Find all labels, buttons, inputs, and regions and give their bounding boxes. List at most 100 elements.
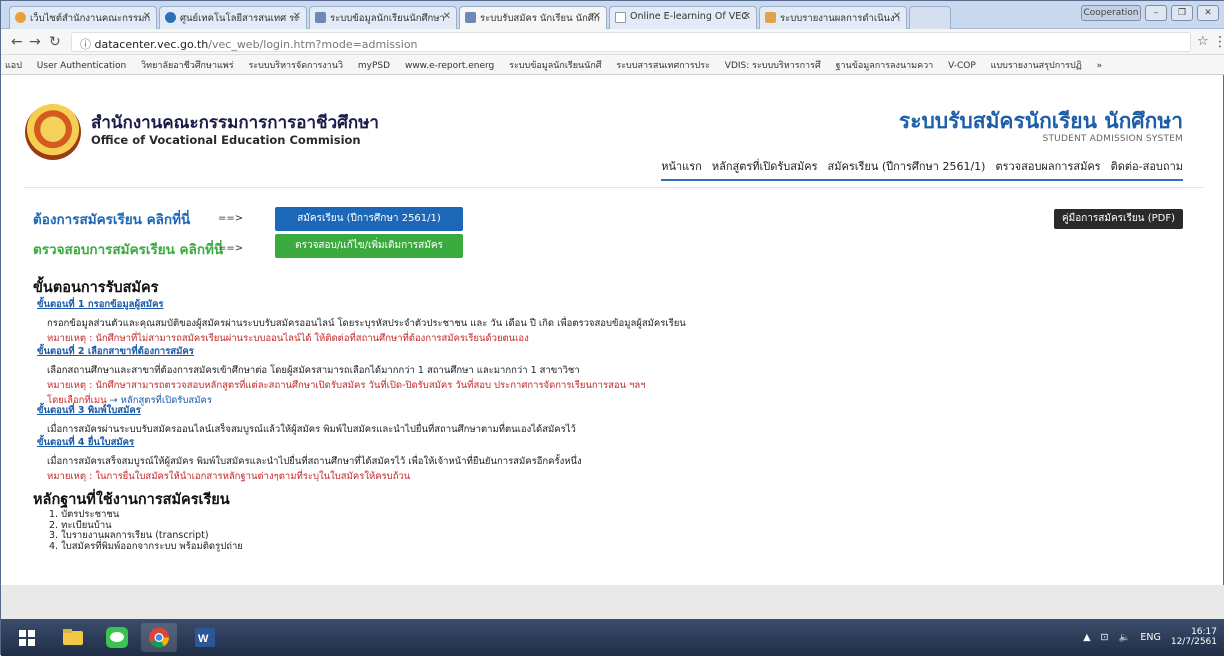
browser-tab[interactable]: เว็บไซต์สำนักงานคณะกรรมก ✕ <box>9 6 157 29</box>
browser-tab[interactable]: ระบบรายงานผลการดำเนินงา ✕ <box>759 6 907 29</box>
page-content: สำนักงานคณะกรรมการการอาชีวศึกษา Office o… <box>23 91 1203 585</box>
browser-tab[interactable]: ศูนย์เทคโนโลยีสารสนเทศ ระ ✕ <box>159 6 307 29</box>
browser-window: เว็บไซต์สำนักงานคณะกรรมก ✕ ศูนย์เทคโนโลยี… <box>0 0 1224 656</box>
step-2: ขั้นตอนที่ 2 เลือกสาขาที่ต้องการสมัคร เล… <box>37 344 646 408</box>
bookmark-item[interactable]: แบบรายงานสรุปการปฏิ <box>991 61 1082 71</box>
forward-icon[interactable]: → <box>29 34 41 50</box>
close-icon[interactable]: ✕ <box>593 11 601 22</box>
org-name-thai: สำนักงานคณะกรรมการการอาชีวศึกษา <box>91 113 379 133</box>
language-indicator[interactable]: ENG <box>1140 632 1160 643</box>
vec-logo <box>25 104 81 160</box>
bookmark-item[interactable]: ระบบบริหารจัดการงานวิ <box>248 61 343 71</box>
browser-tab[interactable]: Online E-learning Of VEC ✕ <box>609 6 757 29</box>
divider <box>23 187 1203 188</box>
org-name-english: Office of Vocational Education Commision <box>91 133 361 147</box>
step-title-link[interactable]: ขั้นตอนที่ 1 กรอกข้อมูลผู้สมัคร <box>37 297 686 312</box>
file-explorer-icon[interactable] <box>55 623 91 652</box>
bookmark-item[interactable]: www.e-report.energ <box>405 61 494 71</box>
check-application-button[interactable]: ตรวจสอบ/แก้ไข/เพิ่มเติมการสมัคร <box>275 234 463 258</box>
volume-icon[interactable]: 🔈 <box>1119 632 1131 643</box>
clock-date: 12/7/2561 <box>1170 637 1217 647</box>
apply-prompt: ต้องการสมัครเรียน คลิกที่นี่ <box>33 212 191 228</box>
step-3: ขั้นตอนที่ 3 พิมพ์ใบสมัคร เมื่อการสมัครผ… <box>37 403 576 437</box>
window-controls: Cooperation – ❐ ✕ <box>1081 5 1219 21</box>
close-window-icon[interactable]: ✕ <box>1197 5 1219 21</box>
close-icon[interactable]: ✕ <box>893 11 901 22</box>
site-favicon-icon <box>315 12 326 23</box>
clock[interactable]: 16:17 12/7/2561 <box>1171 627 1217 647</box>
nav-courses[interactable]: หลักสูตรที่เปิดรับสมัคร <box>712 157 818 175</box>
close-icon[interactable]: ✕ <box>743 11 751 22</box>
svg-text:W: W <box>198 633 209 645</box>
star-icon[interactable]: ☆ <box>1197 34 1209 49</box>
maximize-icon[interactable]: ❐ <box>1171 5 1193 21</box>
page-footer-band <box>1 585 1224 619</box>
bookmark-item[interactable]: VDIS: ระบบบริหารการศึ <box>725 61 821 71</box>
bookmark-item[interactable]: V-COP <box>948 61 976 71</box>
tab-label: ศูนย์เทคโนโลยีสารสนเทศ ระ <box>180 13 300 24</box>
bookmark-item[interactable]: วิทยาลัยอาชีวศึกษาแพร่ <box>141 61 233 71</box>
menu-icon[interactable]: ⋮ <box>1213 34 1224 50</box>
url-host: datacenter.vec.go.th <box>94 38 209 51</box>
profile-button[interactable]: Cooperation <box>1081 5 1141 21</box>
new-tab-button[interactable] <box>909 6 951 29</box>
bookmark-item[interactable]: User Authentication <box>37 61 126 71</box>
nav-apply[interactable]: สมัครเรียน (ปีการศึกษา 2561/1) <box>828 157 986 175</box>
step-note: หมายเหตุ : นักศึกษาสามารถตรวจสอบหลักสูตร… <box>47 380 646 391</box>
manual-pdf-button[interactable]: คู่มือการสมัครเรียน (PDF) <box>1053 209 1183 229</box>
url-path: /vec_web/login.htm?mode=admission <box>208 38 418 51</box>
step-note: หมายเหตุ : ในการยื่นใบสมัครให้นำเอกสารหล… <box>47 471 411 482</box>
step-title-link[interactable]: ขั้นตอนที่ 2 เลือกสาขาที่ต้องการสมัคร <box>37 344 646 359</box>
tab-label: Online E-learning Of VEC <box>630 11 748 22</box>
start-button[interactable] <box>7 623 47 652</box>
chrome-icon[interactable] <box>141 623 177 652</box>
list-item: 3. ใบรายงานผลการเรียน (transcript) <box>49 530 209 541</box>
bookmarks-overflow[interactable]: » <box>1097 61 1103 71</box>
nav-check-result[interactable]: ตรวจสอบผลการสมัคร <box>995 157 1100 175</box>
tab-label: เว็บไซต์สำนักงานคณะกรรมก <box>30 13 151 24</box>
tab-strip: เว็บไซต์สำนักงานคณะกรรมก ✕ ศูนย์เทคโนโลยี… <box>1 1 1224 29</box>
clock-time: 16:17 <box>1191 627 1217 637</box>
minimize-icon[interactable]: – <box>1145 5 1167 21</box>
apply-button[interactable]: สมัครเรียน (ปีการศึกษา 2561/1) <box>275 207 463 231</box>
site-favicon-icon <box>765 12 776 23</box>
step-description: เลือกสถานศึกษาและสาขาที่ต้องการสมัครเข้า… <box>47 365 580 376</box>
close-icon[interactable]: ✕ <box>293 11 301 22</box>
steps-heading: ขั้นตอนการรับสมัคร <box>33 280 159 296</box>
bookmark-item[interactable]: myPSD <box>358 61 390 71</box>
browser-tab[interactable]: ระบบข้อมูลนักเรียนนักศึกษา ✕ <box>309 6 457 29</box>
close-icon[interactable]: ✕ <box>443 11 451 22</box>
url-input[interactable]: ⓘ datacenter.vec.go.th/vec_web/login.htm… <box>71 32 1191 52</box>
line-app-icon[interactable] <box>99 623 135 652</box>
reload-icon[interactable]: ↻ <box>49 34 61 50</box>
tab-label: ระบบข้อมูลนักเรียนนักศึกษา <box>330 13 445 24</box>
arrow-text: ==> <box>218 213 244 224</box>
list-item: 1. บัตรประชาชน <box>49 509 120 520</box>
nav-contact[interactable]: ติดต่อ-สอบถาม <box>1111 157 1183 175</box>
step-description: เมื่อการสมัครเสร็จสมบูรณ์ให้ผู้สมัคร พิม… <box>47 456 582 467</box>
bookmark-item[interactable]: ระบบสารสนเทศการประ <box>616 61 710 71</box>
system-tray: ▲ ⊡ 🔈 ENG 16:17 12/7/2561 <box>1083 627 1217 647</box>
bookmark-item[interactable]: ฐานข้อมูลการลงนามควา <box>836 61 934 71</box>
step-4: ขั้นตอนที่ 4 ยื่นใบสมัคร เมื่อการสมัครเส… <box>37 435 582 484</box>
bookmark-item[interactable]: ระบบข้อมูลนักเรียนนักศึ <box>509 61 601 71</box>
site-favicon-icon <box>15 12 26 23</box>
bookmark-item[interactable]: แอป <box>5 61 22 71</box>
browser-tab-active[interactable]: ระบบรับสมัคร นักเรียน นักศึก ✕ <box>459 6 607 29</box>
check-prompt: ตรวจสอบการสมัครเรียน คลิกที่นี่ <box>33 242 224 258</box>
site-favicon-icon <box>165 12 176 23</box>
step-title-link[interactable]: ขั้นตอนที่ 3 พิมพ์ใบสมัคร <box>37 403 576 418</box>
back-icon[interactable]: ← <box>11 34 23 50</box>
network-icon[interactable]: ⊡ <box>1101 632 1109 643</box>
documents-list: 1. บัตรประชาชน 2. ทะเบียนบ้าน 3. ใบรายงา… <box>49 509 243 552</box>
info-icon[interactable]: ⓘ <box>80 38 95 51</box>
list-item: 4. ใบสมัครที่พิมพ์ออกจากระบบ พร้อมติดรูป… <box>49 540 243 552</box>
close-icon[interactable]: ✕ <box>143 11 151 22</box>
step-title-link[interactable]: ขั้นตอนที่ 4 ยื่นใบสมัคร <box>37 435 582 450</box>
nav-home[interactable]: หน้าแรก <box>661 157 702 175</box>
top-nav: หน้าแรก หลักสูตรที่เปิดรับสมัคร สมัครเรี… <box>661 157 1183 181</box>
word-icon[interactable]: W <box>187 623 223 652</box>
chevron-up-icon[interactable]: ▲ <box>1083 632 1090 643</box>
tab-label: ระบบรายงานผลการดำเนินงา <box>780 13 901 24</box>
taskbar: W ▲ ⊡ 🔈 ENG 16:17 12/7/2561 <box>1 619 1224 656</box>
